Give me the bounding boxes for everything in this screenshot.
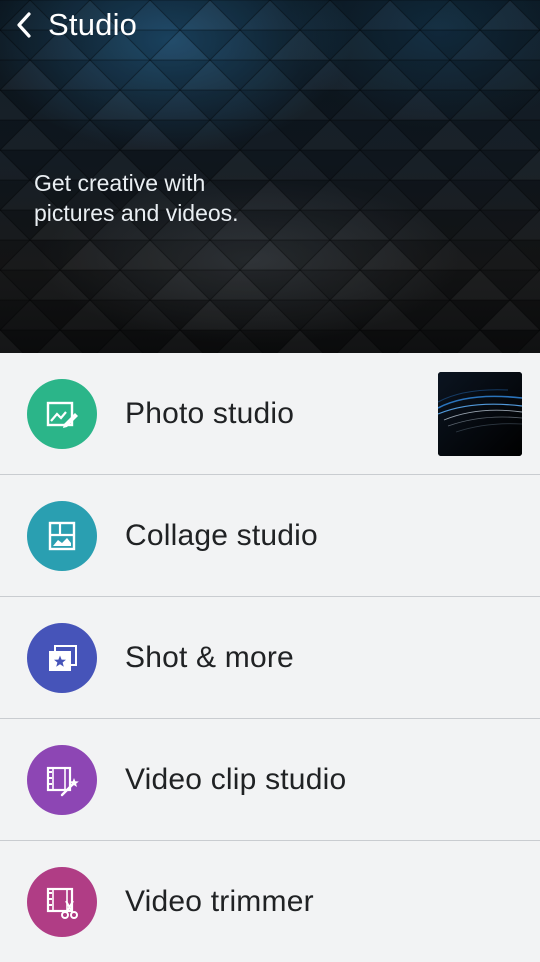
back-button[interactable] bbox=[2, 0, 46, 50]
collage-icon bbox=[27, 500, 97, 571]
shot-star-icon bbox=[27, 622, 97, 693]
menu-item-label: Collage studio bbox=[125, 518, 318, 552]
action-bar: Studio bbox=[0, 0, 540, 50]
menu-item-label: Video clip studio bbox=[125, 762, 347, 796]
photo-studio-thumbnail bbox=[438, 372, 522, 456]
video-trim-scissors-icon bbox=[27, 866, 97, 937]
menu-item-label: Photo studio bbox=[125, 396, 295, 430]
photo-edit-icon bbox=[27, 378, 97, 449]
menu-item-collage-studio[interactable]: Collage studio bbox=[0, 475, 540, 597]
banner-tagline: Get creative with pictures and videos. bbox=[34, 168, 354, 228]
chevron-left-icon bbox=[17, 12, 31, 38]
menu-item-video-clip-studio[interactable]: Video clip studio bbox=[0, 719, 540, 841]
tagline-text: Get creative with pictures and videos. bbox=[34, 170, 239, 226]
page-title: Studio bbox=[48, 7, 138, 42]
header-banner: Studio Get creative with pictures and vi… bbox=[0, 0, 540, 353]
menu-item-photo-studio[interactable]: Photo studio bbox=[0, 353, 540, 475]
menu-item-shot-and-more[interactable]: Shot & more bbox=[0, 597, 540, 719]
menu-item-label: Shot & more bbox=[125, 640, 294, 674]
video-clip-magic-icon bbox=[27, 744, 97, 815]
menu-item-label: Video trimmer bbox=[125, 884, 314, 918]
studio-menu-list: Photo studio Collage studio Shot & more … bbox=[0, 353, 540, 962]
menu-item-video-trimmer[interactable]: Video trimmer bbox=[0, 841, 540, 962]
